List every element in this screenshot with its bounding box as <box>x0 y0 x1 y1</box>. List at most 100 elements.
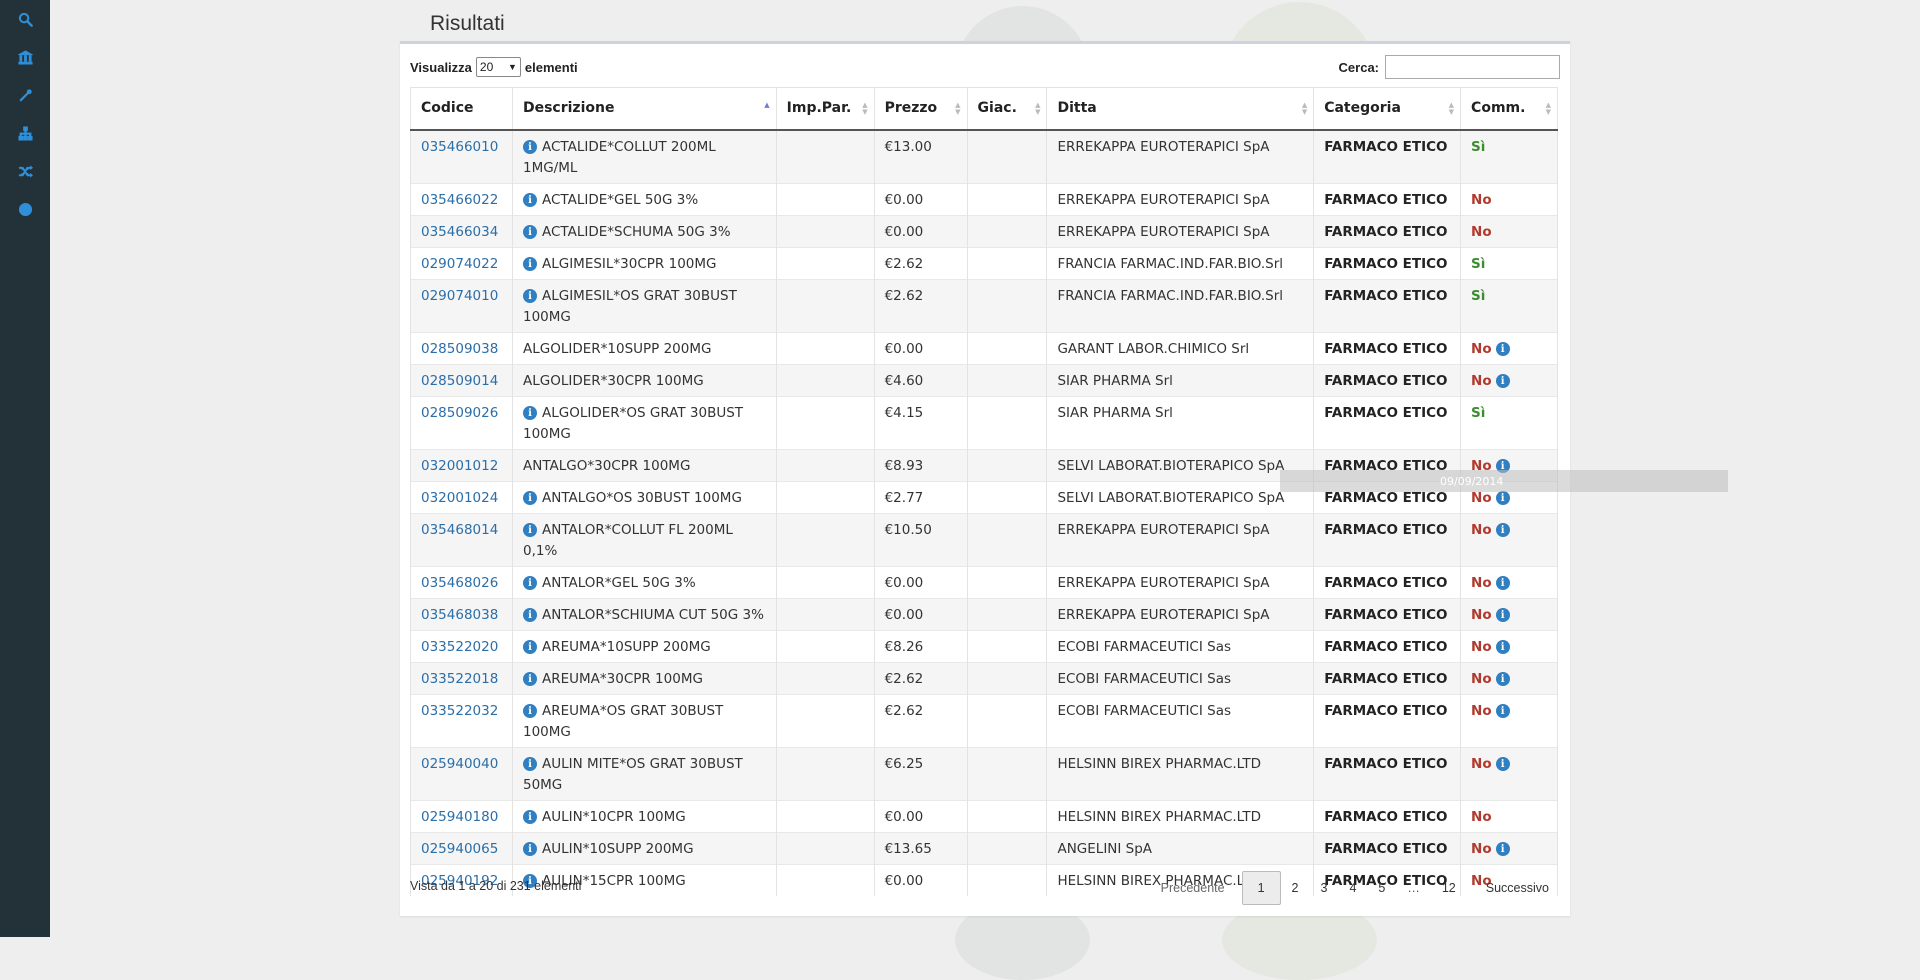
pagination-page[interactable]: 3 <box>1310 871 1339 905</box>
comm-status: Sì <box>1471 404 1486 421</box>
product-code-link[interactable]: 033522032 <box>421 703 498 719</box>
column-header-descrizione[interactable]: Descrizione ▲ <box>511 87 777 131</box>
cell-comm: Sì <box>1460 395 1558 449</box>
description-text: AULIN*10CPR 100MG <box>541 808 686 825</box>
ban-icon[interactable] <box>0 190 50 228</box>
cell-ditta: ERREKAPPA EUROTERAPICI SpA <box>1046 182 1314 215</box>
pagination-page[interactable]: 4 <box>1338 871 1367 905</box>
description-text: AREUMA*30CPR 100MG <box>541 670 703 687</box>
product-code-link[interactable]: 032001024 <box>421 490 498 506</box>
cell-giac <box>966 512 1047 566</box>
cell-imp-par <box>775 331 875 364</box>
info-icon[interactable]: i <box>522 140 537 154</box>
column-header-ditta[interactable]: Ditta ▲ ▼ <box>1046 87 1314 131</box>
cell-price: €0.00 <box>873 597 968 630</box>
product-code-link[interactable]: 033522018 <box>421 671 498 687</box>
cell-imp-par <box>775 661 875 694</box>
pagination-page[interactable]: 5 <box>1367 871 1396 905</box>
pagination-prev[interactable]: Precedente <box>1150 871 1236 905</box>
sitemap-icon[interactable] <box>0 114 50 152</box>
info-icon[interactable]: i <box>1495 672 1510 686</box>
chevron-down-icon: ▼ <box>507 62 517 72</box>
cell-price: €0.00 <box>873 214 968 247</box>
cell-code: 033522018 <box>410 661 513 694</box>
product-code-link[interactable]: 028509026 <box>421 405 498 421</box>
product-code-link[interactable]: 025940180 <box>421 809 498 825</box>
table-row: 035468026 i ANTALOR*GEL 50G 3% €0.00 ERREKAP… <box>410 565 1558 598</box>
info-icon[interactable]: i <box>522 193 537 207</box>
column-header-giac[interactable]: Giac. ▲ ▼ <box>966 87 1047 131</box>
product-code-link[interactable]: 035468038 <box>421 607 498 623</box>
product-code-link[interactable]: 035466034 <box>421 224 498 240</box>
product-code-link[interactable]: 028509038 <box>421 341 498 357</box>
info-icon[interactable]: i <box>522 757 537 771</box>
table-row: 029074022 i ALGIMESIL*30CPR 100MG €2.62 FRAN… <box>410 246 1558 279</box>
page-size-select[interactable]: 20 ▼ <box>475 57 521 77</box>
cell-price: €0.00 <box>873 799 968 832</box>
cell-category: FARMACO ETICO <box>1313 278 1461 332</box>
product-code-link[interactable]: 028509014 <box>421 373 498 389</box>
product-code-link[interactable]: 035468026 <box>421 575 498 591</box>
pagination-page[interactable]: 1 <box>1241 871 1281 905</box>
sort-icon: ▲ ▼ <box>1301 101 1308 116</box>
cell-category: FARMACO ETICO <box>1313 331 1461 364</box>
info-icon[interactable]: i <box>522 640 537 654</box>
product-code-link[interactable]: 035466010 <box>421 139 498 155</box>
info-icon[interactable]: i <box>522 576 537 590</box>
info-icon[interactable]: i <box>1495 374 1510 388</box>
pagination: Precedente 1 2 3 4 5… 12 Successivo <box>1150 871 1560 905</box>
table-header-row: Codice Descrizione ▲ Imp.Par. ▲ ▼ Prezzo ▲ ▼ … <box>410 87 1558 131</box>
product-code-link[interactable]: 029074010 <box>421 288 498 304</box>
info-icon[interactable]: i <box>1495 576 1510 590</box>
cell-description: i ACTALIDE*GEL 50G 3% <box>511 182 777 215</box>
column-header-categoria[interactable]: Categoria ▲ ▼ <box>1313 87 1461 131</box>
shuffle-icon[interactable] <box>0 152 50 190</box>
cell-imp-par <box>775 597 875 630</box>
cell-comm: Sì <box>1460 278 1558 332</box>
pagination-page[interactable]: 12 <box>1431 871 1467 905</box>
pagination-next[interactable]: Successivo <box>1475 871 1560 905</box>
info-icon[interactable]: i <box>522 491 537 505</box>
info-icon[interactable]: i <box>522 608 537 622</box>
pipette-icon[interactable] <box>0 76 50 114</box>
cell-ditta: ERREKAPPA EUROTERAPICI SpA <box>1046 565 1314 598</box>
info-icon[interactable]: i <box>1495 757 1510 771</box>
product-code-link[interactable]: 032001012 <box>421 458 498 474</box>
search-icon[interactable] <box>0 0 50 38</box>
product-code-link[interactable]: 025940040 <box>421 756 498 772</box>
info-icon[interactable]: i <box>1495 842 1510 856</box>
info-icon[interactable]: i <box>522 704 537 718</box>
column-header-codice[interactable]: Codice <box>410 87 513 131</box>
product-code-link[interactable]: 025940065 <box>421 841 498 857</box>
cell-category: FARMACO ETICO <box>1313 746 1461 800</box>
product-code-link[interactable]: 029074022 <box>421 256 498 272</box>
info-icon[interactable]: i <box>1495 491 1510 505</box>
info-icon[interactable]: i <box>1495 342 1510 356</box>
info-icon[interactable]: i <box>522 842 537 856</box>
info-icon[interactable]: i <box>522 810 537 824</box>
info-icon[interactable]: i <box>522 257 537 271</box>
sidebar <box>0 0 50 937</box>
info-icon[interactable]: i <box>1495 704 1510 718</box>
info-icon[interactable]: i <box>1495 608 1510 622</box>
product-code-link[interactable]: 035468014 <box>421 522 498 538</box>
cell-comm: No i <box>1460 746 1558 800</box>
info-icon[interactable]: i <box>1495 523 1510 537</box>
info-icon[interactable]: i <box>522 672 537 686</box>
pagination-page[interactable]: 2 <box>1281 871 1310 905</box>
product-code-link[interactable]: 033522020 <box>421 639 498 655</box>
column-header-prezzo[interactable]: Prezzo ▲ ▼ <box>873 87 968 131</box>
bank-icon[interactable] <box>0 38 50 76</box>
cell-price: €6.25 <box>873 746 968 800</box>
info-icon[interactable]: i <box>522 406 537 420</box>
product-code-link[interactable]: 035466022 <box>421 192 498 208</box>
description-text: ANTALOR*COLLUT FL 200ML 0,1% <box>522 521 733 559</box>
column-header-imp-par[interactable]: Imp.Par. ▲ ▼ <box>775 87 875 131</box>
column-header-comm[interactable]: Comm. ▲ ▼ <box>1460 87 1558 131</box>
info-icon[interactable]: i <box>1495 640 1510 654</box>
info-icon[interactable]: i <box>522 225 537 239</box>
info-icon[interactable]: i <box>522 289 537 303</box>
cell-price: €13.00 <box>873 129 968 183</box>
search-input[interactable] <box>1385 55 1560 79</box>
info-icon[interactable]: i <box>522 523 537 537</box>
